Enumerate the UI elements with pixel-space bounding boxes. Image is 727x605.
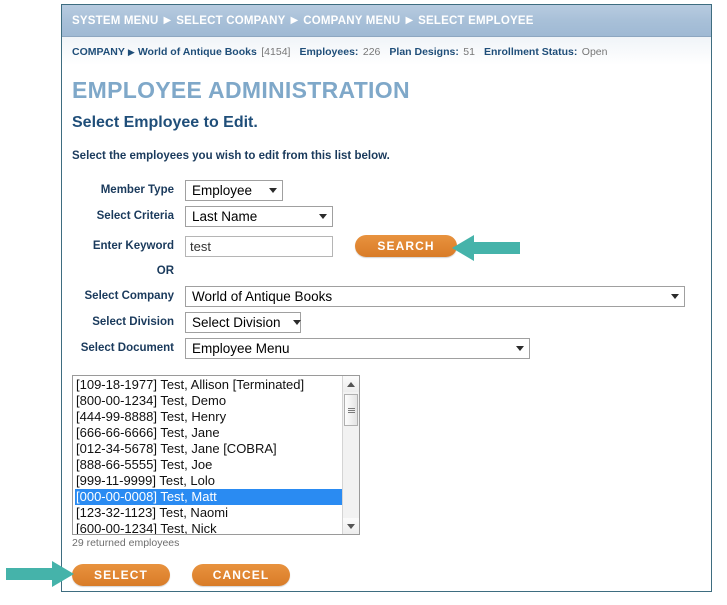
page-subtitle: Select Employee to Edit.	[72, 114, 258, 131]
select-criteria-select[interactable]: Last Name	[185, 205, 333, 227]
list-item[interactable]: [666-66-6666] Test, Jane	[75, 425, 342, 441]
employee-list-items[interactable]: [109-18-1977] Test, Allison [Terminated]…	[73, 376, 342, 534]
select-company-value: World of Antique Books	[192, 288, 333, 304]
enrollment-status-label: Enrollment Status:	[483, 46, 578, 58]
form-row-enter-keyword: Enter Keyword SEARCH	[72, 235, 711, 257]
company-name: World of Antique Books	[137, 46, 257, 58]
company-label: COMPANY	[72, 46, 125, 58]
list-item[interactable]: [109-18-1977] Test, Allison [Terminated]	[75, 377, 342, 393]
plan-designs-group: Plan Designs: 51	[389, 42, 475, 60]
list-item[interactable]: [000-00-0008] Test, Matt	[75, 489, 342, 505]
employees-group: Employees: 226	[299, 42, 380, 60]
plan-designs-count: 51	[463, 46, 475, 58]
list-item[interactable]: [444-99-8888] Test, Henry	[75, 409, 342, 425]
plan-designs-label: Plan Designs:	[389, 46, 459, 58]
enrollment-status-group: Enrollment Status: Open	[484, 42, 607, 60]
select-annotation-arrow-icon	[6, 561, 74, 587]
select-company-select[interactable]: World of Antique Books	[185, 285, 685, 307]
list-item[interactable]: [123-32-1123] Test, Naomi	[75, 505, 342, 521]
list-result-caption: 29 returned employees	[72, 537, 180, 549]
or-separator: OR	[72, 265, 185, 277]
select-document-value: Employee Menu	[192, 340, 290, 356]
breadcrumb-separator-icon: ▶	[290, 14, 299, 26]
page-body: EMPLOYEE ADMINISTRATION Select Employee …	[62, 65, 711, 586]
triangle-up-icon	[347, 381, 355, 387]
select-company-label: Select Company	[84, 290, 174, 302]
company-group: COMPANY ▶ World of Antique Books [4154]	[72, 42, 290, 60]
form-row-select-document: Select Document Employee Menu	[72, 337, 711, 359]
member-type-value: Employee	[192, 182, 253, 198]
list-item[interactable]: [999-11-9999] Test, Lolo	[75, 473, 342, 489]
company-info-bar: COMPANY ▶ World of Antique Books [4154] Em…	[62, 37, 711, 65]
chevron-down-icon	[292, 319, 301, 325]
select-document-select[interactable]: Employee Menu	[185, 337, 530, 359]
page-instruction: Select the employees you wish to edit fr…	[72, 150, 390, 162]
enrollment-status-value: Open	[581, 46, 608, 58]
grip-icon	[347, 407, 355, 414]
breadcrumb-bar: SYSTEM MENU ▶ SELECT COMPANY ▶ COMPANY M…	[62, 5, 711, 37]
triangle-down-icon	[347, 523, 355, 529]
company-arrow-icon: ▶	[127, 47, 135, 57]
scrollbar-thumb[interactable]	[344, 394, 358, 426]
list-item[interactable]: [800-00-1234] Test, Demo	[75, 393, 342, 409]
employees-label: Employees:	[299, 46, 359, 58]
page-title: EMPLOYEE ADMINISTRATION	[72, 77, 410, 103]
member-type-select[interactable]: Employee	[185, 179, 283, 201]
form-row-member-type: Member Type Employee	[72, 179, 711, 201]
select-division-select[interactable]: Select Division	[185, 311, 301, 333]
select-criteria-value: Last Name	[192, 208, 258, 224]
cancel-button[interactable]: CANCEL	[192, 564, 290, 586]
list-item[interactable]: [012-34-5678] Test, Jane [COBRA]	[75, 441, 342, 457]
footer-button-row: SELECT CANCEL	[72, 564, 711, 586]
breadcrumb-separator-icon: ▶	[405, 14, 414, 26]
scroll-up-button[interactable]	[343, 376, 359, 392]
keyword-input[interactable]	[185, 235, 333, 257]
list-item[interactable]: [600-00-1234] Test, Nick	[75, 521, 342, 534]
search-form: Member Type Employee Select Criteria Las…	[72, 179, 711, 359]
select-document-label: Select Document	[80, 342, 174, 354]
or-text: OR	[156, 265, 174, 277]
scroll-down-button[interactable]	[343, 518, 359, 534]
search-annotation-arrow-icon	[452, 235, 520, 261]
select-division-value: Select Division	[192, 314, 281, 330]
employees-count: 226	[362, 46, 381, 58]
member-type-label: Member Type	[100, 184, 174, 196]
breadcrumb-item-system-menu[interactable]: SYSTEM MENU	[72, 15, 159, 27]
listbox-scrollbar[interactable]	[342, 376, 359, 534]
select-division-label: Select Division	[92, 316, 174, 328]
list-item[interactable]: [888-66-5555] Test, Joe	[75, 457, 342, 473]
screenshot-root: SYSTEM MENU ▶ SELECT COMPANY ▶ COMPANY M…	[0, 0, 727, 605]
select-button[interactable]: SELECT	[72, 564, 170, 586]
search-button[interactable]: SEARCH	[355, 235, 457, 257]
chevron-down-icon	[319, 213, 327, 219]
chevron-down-icon	[671, 293, 679, 299]
chevron-down-icon	[269, 187, 277, 193]
breadcrumb-item-select-employee[interactable]: SELECT EMPLOYEE	[418, 15, 533, 27]
form-row-or: OR	[72, 261, 711, 281]
enter-keyword-label: Enter Keyword	[92, 240, 174, 252]
form-row-select-division: Select Division Select Division	[72, 311, 711, 333]
application-panel: SYSTEM MENU ▶ SELECT COMPANY ▶ COMPANY M…	[61, 4, 712, 592]
breadcrumb-item-company-menu[interactable]: COMPANY MENU	[303, 15, 400, 27]
breadcrumb-separator-icon: ▶	[163, 14, 172, 26]
form-row-select-company: Select Company World of Antique Books	[72, 285, 711, 307]
employee-listbox[interactable]: [109-18-1977] Test, Allison [Terminated]…	[72, 375, 360, 535]
company-id: [4154]	[261, 46, 291, 58]
breadcrumb-item-select-company[interactable]: SELECT COMPANY	[176, 15, 285, 27]
form-row-select-criteria: Select Criteria Last Name	[72, 205, 711, 227]
select-criteria-label: Select Criteria	[96, 210, 174, 222]
chevron-down-icon	[516, 345, 524, 351]
